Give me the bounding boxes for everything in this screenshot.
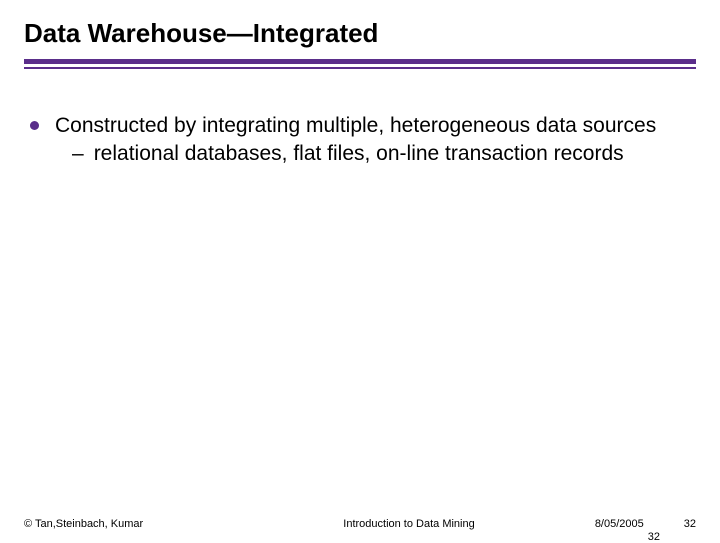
content-area: Constructed by integrating multiple, het…: [24, 113, 696, 168]
footer-date: 8/05/2005: [595, 518, 644, 530]
footer-title: Introduction to Data Mining: [143, 518, 595, 530]
sub-bullet-item: – relational databases, flat files, on-l…: [30, 141, 696, 167]
footer-page: 32: [684, 518, 696, 530]
bullet-text: Constructed by integrating multiple, het…: [55, 113, 656, 139]
title-underline: [24, 59, 696, 69]
slide-title: Data Warehouse—Integrated: [24, 18, 696, 49]
footer-page-below: 32: [648, 531, 660, 543]
rule-thin: [24, 67, 696, 69]
footer-copyright: © Tan,Steinbach, Kumar: [24, 518, 143, 530]
footer: © Tan,Steinbach, Kumar Introduction to D…: [0, 518, 720, 530]
rule-thick: [24, 59, 696, 64]
dash-icon: –: [72, 141, 84, 167]
sub-bullet-text: relational databases, flat files, on-lin…: [94, 141, 624, 167]
slide: Data Warehouse—Integrated Constructed by…: [0, 0, 720, 540]
bullet-item: Constructed by integrating multiple, het…: [30, 113, 696, 139]
bullet-icon: [30, 121, 39, 130]
